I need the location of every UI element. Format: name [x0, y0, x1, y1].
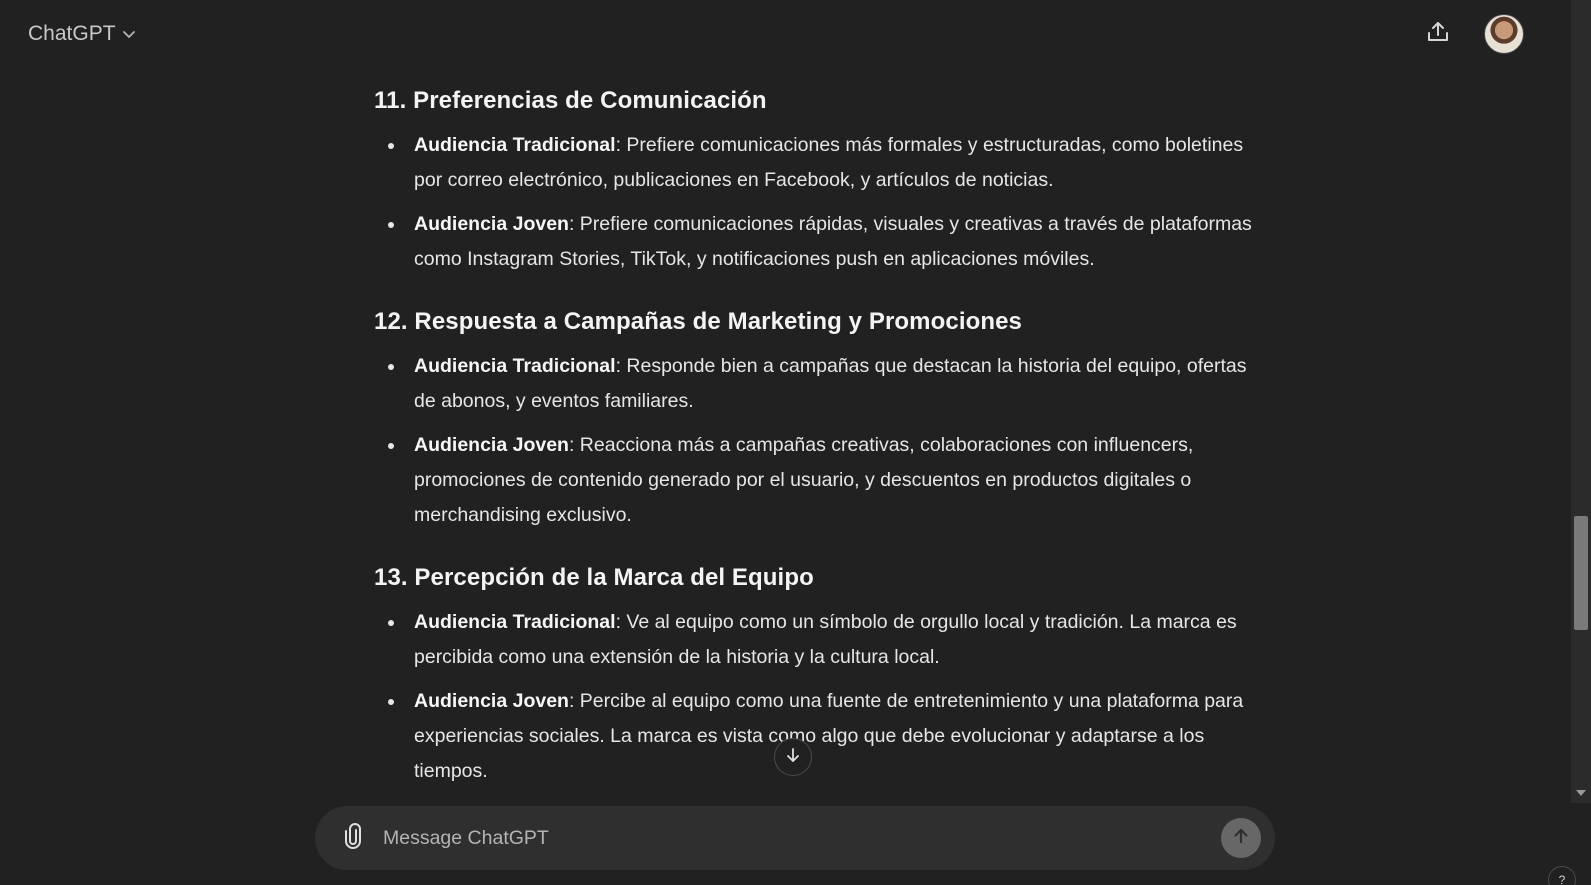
arrow-down-icon — [784, 746, 802, 769]
chevron-down-icon — [122, 27, 136, 41]
list-item: Audiencia Tradicional: Prefiere comunica… — [374, 128, 1254, 198]
list-item: Audiencia Joven: Reacciona más a campaña… — [374, 428, 1254, 533]
bullet-label: Audiencia Joven — [414, 434, 569, 456]
model-switcher[interactable]: ChatGPT — [24, 16, 140, 52]
list-item: Audiencia Joven: Prefiere comunicaciones… — [374, 207, 1254, 277]
section-title: 11. Preferencias de Comunicación — [374, 87, 767, 114]
send-button[interactable] — [1221, 818, 1261, 858]
bullet-label: Audiencia Tradicional — [414, 355, 616, 377]
bullet-list: Audiencia Tradicional: Responde bien a c… — [374, 349, 1254, 533]
scroll-to-bottom-button[interactable] — [774, 738, 812, 776]
section-11: 11. Preferencias de Comunicación Audienc… — [374, 84, 1254, 286]
section-title: 13. Percepción de la Marca del Equipo — [374, 564, 814, 591]
header-actions — [1418, 14, 1524, 54]
share-button[interactable] — [1418, 14, 1458, 54]
top-bar: ChatGPT — [0, 0, 1548, 68]
model-name: ChatGPT — [28, 22, 116, 45]
conversation-area: 11. Preferencias de Comunicación Audienc… — [0, 68, 1548, 798]
bullet-list: Audiencia Tradicional: Prefiere comunica… — [374, 128, 1254, 277]
list-item: Audiencia Joven: Percibe al equipo como … — [374, 684, 1254, 789]
bullet-label: Audiencia Tradicional — [414, 134, 616, 156]
message-input[interactable] — [381, 825, 1221, 851]
section-12: 12. Respuesta a Campañas de Marketing y … — [374, 305, 1254, 542]
bullet-label: Audiencia Joven — [414, 690, 569, 712]
user-avatar[interactable] — [1484, 14, 1524, 54]
scrollbar-down-arrow[interactable] — [1576, 790, 1586, 796]
bullet-label: Audiencia Tradicional — [414, 611, 616, 633]
list-item: Audiencia Tradicional: Responde bien a c… — [374, 349, 1254, 419]
help-button[interactable]: ? — [1548, 866, 1576, 885]
help-label: ? — [1558, 873, 1566, 885]
arrow-up-icon — [1231, 826, 1251, 851]
message-composer — [315, 806, 1275, 870]
section-13: 13. Percepción de la Marca del Equipo Au… — [374, 561, 1254, 798]
scrollbar[interactable] — [1571, 0, 1591, 803]
paperclip-icon — [341, 822, 365, 854]
chat-app: ChatGPT 11. Preferencias de Comunicación… — [0, 0, 1591, 885]
section-title: 12. Respuesta a Campañas de Marketing y … — [374, 308, 1023, 335]
bullet-label: Audiencia Joven — [414, 213, 569, 235]
scrollbar-thumb[interactable] — [1574, 516, 1588, 630]
bullet-list: Audiencia Tradicional: Ve al equipo como… — [374, 605, 1254, 789]
attach-button[interactable] — [335, 820, 371, 856]
share-upload-icon — [1425, 19, 1451, 50]
list-item: Audiencia Tradicional: Ve al equipo como… — [374, 605, 1254, 675]
